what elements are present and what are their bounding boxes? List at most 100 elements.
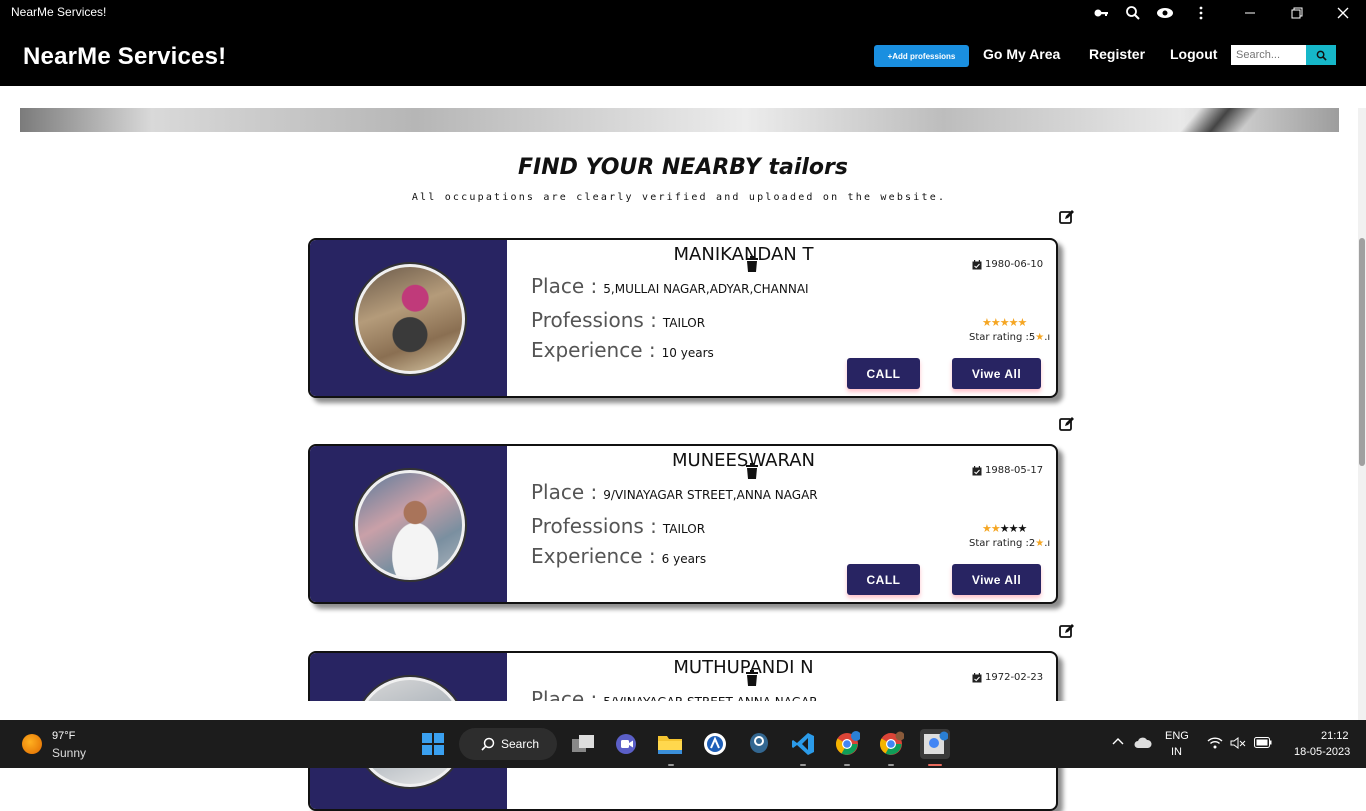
clock-time[interactable]: 21:12 xyxy=(1321,730,1349,742)
start-windows-icon[interactable] xyxy=(418,729,448,759)
task-view-icon[interactable] xyxy=(568,729,598,759)
calendar-icon xyxy=(972,465,982,475)
nav-go-my-area[interactable]: Go My Area xyxy=(983,46,1060,62)
place-row: Place : 9/VINAYAGAR STREET,ANNA NAGAR xyxy=(531,480,818,504)
card-photo-panel xyxy=(310,240,507,396)
nav-register[interactable]: Register xyxy=(1089,46,1145,62)
place-value: 9/VINAYAGAR STREET,ANNA NAGAR xyxy=(603,488,818,502)
more-vertical-icon[interactable] xyxy=(1191,3,1211,23)
place-value: 5,MULLAI NAGAR,ADYAR,CHANNAI xyxy=(603,282,809,296)
restore-icon[interactable] xyxy=(1287,3,1307,23)
postgresql-icon[interactable] xyxy=(744,729,774,759)
volume-muted-icon[interactable] xyxy=(1230,737,1246,752)
chrome-icon[interactable] xyxy=(876,729,906,759)
edit-icon[interactable] xyxy=(1059,416,1075,432)
language-top[interactable]: ENG xyxy=(1165,730,1189,742)
chevron-up-icon[interactable] xyxy=(1112,736,1124,749)
profession-row: Professions : TAILOR xyxy=(531,308,705,332)
profession-row: Professions : TAILOR xyxy=(531,514,705,538)
cloud-icon[interactable] xyxy=(1134,737,1152,752)
view-all-button[interactable]: Viwe All xyxy=(952,358,1041,389)
taskbar-search-label: Search xyxy=(501,737,540,751)
place-label: Place : xyxy=(531,274,598,298)
teams-meet-icon[interactable] xyxy=(611,729,641,759)
dob-text: 1980-06-10 xyxy=(985,259,1044,270)
place-label: Place : xyxy=(531,480,598,504)
search-input[interactable] xyxy=(1231,45,1306,65)
experience-row: Experience : 6 years xyxy=(531,544,706,568)
profession-value: TAILOR xyxy=(662,316,706,330)
windows-taskbar: 97°F Sunny Search ENG IN 21:12 18-05-202… xyxy=(0,720,1366,768)
window-title: NearMe Services! xyxy=(11,5,107,19)
trash-icon[interactable] xyxy=(745,670,759,686)
provider-dob: 1972-02-23 xyxy=(972,672,1043,683)
experience-value: 10 years xyxy=(661,346,714,360)
dob-text: 1972-02-23 xyxy=(985,672,1044,683)
call-button[interactable]: CALL xyxy=(847,564,920,595)
window-titlebar: NearMe Services! xyxy=(0,0,1366,26)
edit-icon[interactable] xyxy=(1059,209,1075,225)
search-icon xyxy=(481,737,495,751)
hero-banner-image xyxy=(20,108,1339,132)
weather-temp[interactable]: 97°F xyxy=(52,730,75,742)
card-photo-panel xyxy=(310,446,507,602)
avatar xyxy=(355,470,465,580)
place-row: Place : 5,MULLAI NAGAR,ADYAR,CHANNAI xyxy=(531,274,809,298)
calendar-icon xyxy=(972,259,982,269)
page-subheading: All occupations are clearly verified and… xyxy=(411,192,947,203)
search-button[interactable] xyxy=(1306,45,1336,65)
chrome-profile-icon[interactable] xyxy=(832,729,862,759)
nearme-app-icon[interactable] xyxy=(920,729,950,759)
file-explorer-icon[interactable] xyxy=(655,729,685,759)
weather-condition[interactable]: Sunny xyxy=(52,746,86,760)
wifi-icon[interactable] xyxy=(1207,737,1223,752)
profession-label: Professions : xyxy=(531,308,657,332)
trash-icon[interactable] xyxy=(745,256,759,272)
profession-label: Professions : xyxy=(531,514,657,538)
star-rating-text: Star rating :2★.ı xyxy=(969,538,1051,549)
clock-date[interactable]: 18-05-2023 xyxy=(1294,746,1350,758)
provider-dob: 1980-06-10 xyxy=(972,259,1043,270)
star-rating-icons: ★★★★★ xyxy=(982,522,1027,535)
view-all-button[interactable]: Viwe All xyxy=(952,564,1041,595)
dob-text: 1988-05-17 xyxy=(985,465,1044,476)
calendar-icon xyxy=(972,672,982,682)
language-bottom[interactable]: IN xyxy=(1171,746,1182,758)
weather-sun-icon[interactable] xyxy=(22,734,42,754)
provider-name: MUNEESWARAN xyxy=(671,450,816,471)
viewport-bottom-edge xyxy=(0,701,1358,720)
star-rating-icons: ★★★★★ xyxy=(982,316,1027,329)
provider-dob: 1988-05-17 xyxy=(972,465,1043,476)
star-icon: ★ xyxy=(1035,538,1045,549)
provider-card: MUNEESWARAN 1988-05-17 Place : 9/VINAYAGA… xyxy=(308,444,1058,604)
star-icon: ★ xyxy=(1035,332,1045,343)
search-icon xyxy=(1316,50,1327,61)
nav-logout[interactable]: Logout xyxy=(1170,46,1217,62)
provider-name: MUTHUPANDI N xyxy=(673,657,814,678)
key-icon[interactable] xyxy=(1091,3,1111,23)
add-professions-button[interactable]: +Add professions xyxy=(874,45,969,67)
edit-icon[interactable] xyxy=(1059,623,1075,639)
star-rating-text: Star rating :5★.ı xyxy=(969,332,1051,343)
minimize-icon[interactable] xyxy=(1240,3,1260,23)
trash-icon[interactable] xyxy=(745,463,759,479)
eye-icon[interactable] xyxy=(1155,3,1175,23)
experience-label: Experience : xyxy=(531,338,656,362)
profession-value: TAILOR xyxy=(662,522,706,536)
app-navbar: NearMe Services! +Add professions Go My … xyxy=(0,26,1366,86)
app-icon-blue-round[interactable] xyxy=(700,729,730,759)
provider-name: MANIKANDAN T xyxy=(673,244,814,265)
zoom-icon[interactable] xyxy=(1123,3,1143,23)
vscode-icon[interactable] xyxy=(788,729,818,759)
provider-card: MANIKANDAN T 1980-06-10 Place : 5,MULLAI … xyxy=(308,238,1058,398)
avatar xyxy=(355,264,465,374)
scrollbar-thumb[interactable] xyxy=(1359,238,1365,466)
battery-icon[interactable] xyxy=(1254,737,1272,751)
brand-title[interactable]: NearMe Services! xyxy=(23,43,226,71)
call-button[interactable]: CALL xyxy=(847,358,920,389)
experience-value: 6 years xyxy=(661,552,707,566)
close-icon[interactable] xyxy=(1333,3,1353,23)
page-heading: FIND YOUR NEARBY tailors xyxy=(518,155,848,180)
experience-row: Experience : 10 years xyxy=(531,338,714,362)
taskbar-search[interactable]: Search xyxy=(459,728,557,760)
